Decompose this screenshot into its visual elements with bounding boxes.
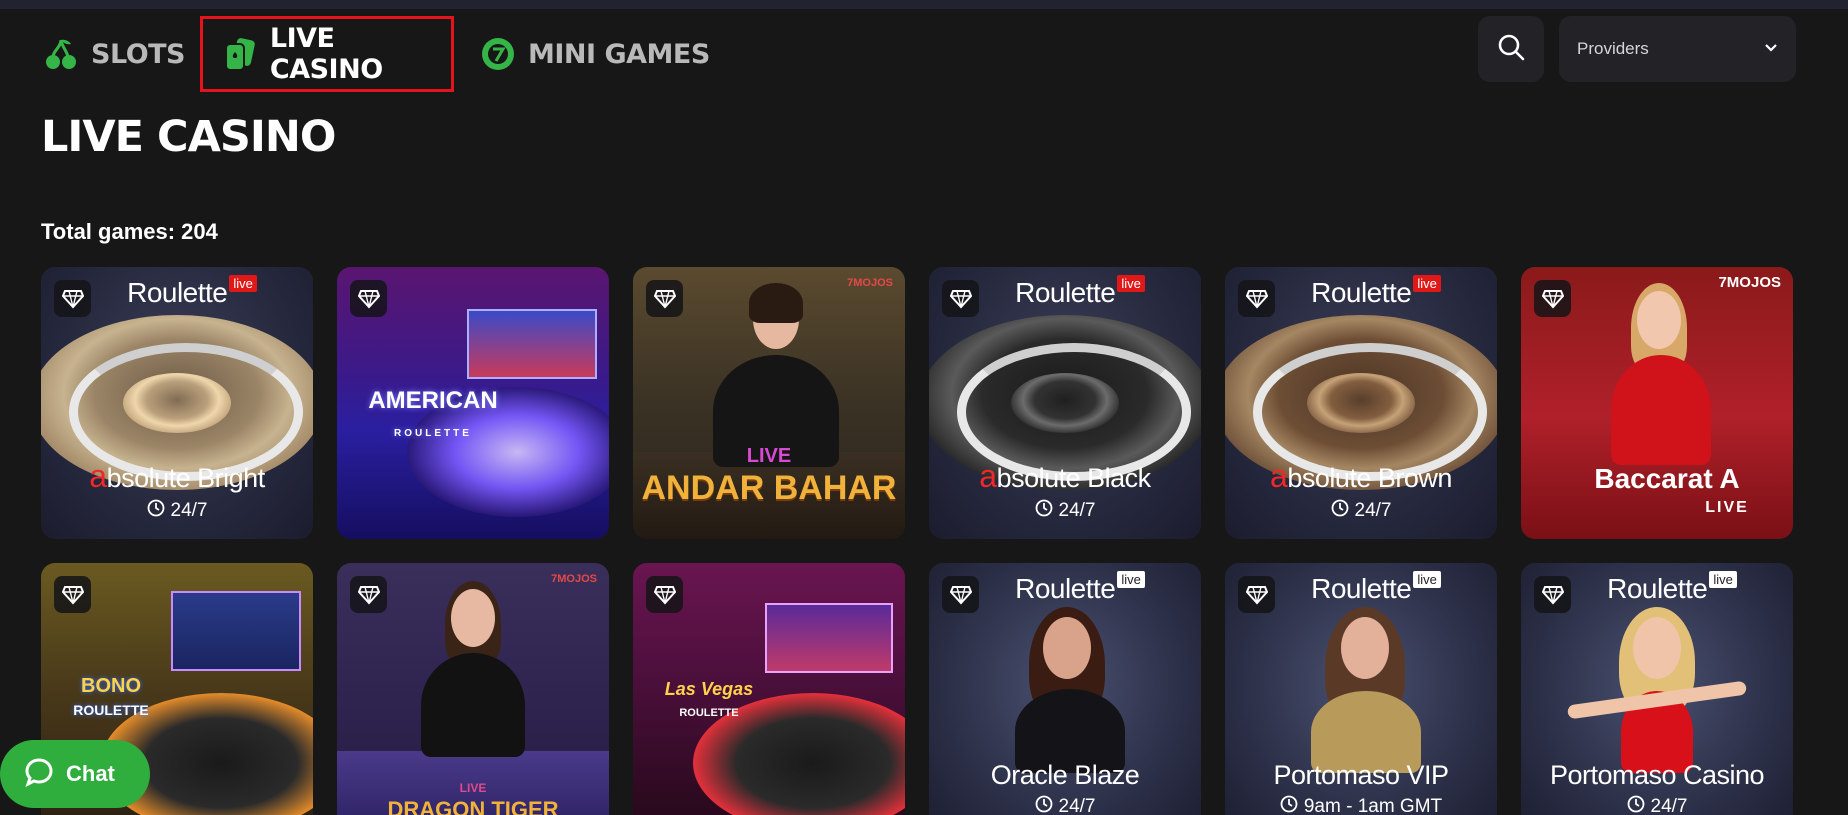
- diamond-icon: [350, 280, 387, 317]
- search-button[interactable]: [1478, 16, 1544, 82]
- diamond-icon: [54, 280, 91, 317]
- game-card[interactable]: 7MOJOS Baccarat A LIVE: [1521, 267, 1793, 539]
- game-card[interactable]: Roulette live Oracle Blaze 24/7: [929, 563, 1201, 815]
- chat-label: Chat: [66, 761, 115, 786]
- nav-slots[interactable]: SLOTS: [41, 16, 187, 92]
- nav-live-casino[interactable]: LIVE CASINO: [200, 16, 454, 92]
- game-card[interactable]: Roulette live absolute Black 24/7: [929, 267, 1201, 539]
- game-live-label: LIVE: [459, 781, 487, 795]
- game-card[interactable]: Roulette live Portomaso Casino 24/7: [1521, 563, 1793, 815]
- diamond-icon: [1534, 576, 1571, 613]
- dealer-image: [995, 603, 1145, 773]
- top-strip: [0, 0, 1848, 9]
- game-name: absolute Bright: [89, 458, 265, 494]
- clock-icon: [1035, 499, 1053, 523]
- diamond-icon: [350, 576, 387, 613]
- diamond-icon: [942, 576, 979, 613]
- dealer-image: [407, 577, 567, 757]
- clock-icon: [1331, 499, 1349, 523]
- diamond-icon: [1238, 280, 1275, 317]
- cards-icon: [221, 34, 260, 74]
- providers-dropdown[interactable]: Providers: [1559, 16, 1796, 82]
- nav-mini-games[interactable]: MINI GAMES: [478, 16, 710, 92]
- games-grid: Roulette live absolute Bright 24/7 AMERIC…: [41, 267, 1796, 815]
- game-card[interactable]: Roulette live Portomaso VIP 9am - 1am GMT: [1225, 563, 1497, 815]
- game-live-label: LIVE: [1705, 499, 1749, 516]
- diamond-icon: [942, 280, 979, 317]
- diamond-icon: [646, 576, 683, 613]
- game-hours: 24/7: [1225, 499, 1497, 523]
- game-name: Oracle Blaze: [990, 760, 1140, 790]
- game-hours: 24/7: [929, 499, 1201, 523]
- game-logo: DRAGON TIGER: [387, 797, 559, 815]
- game-logo: Las Vegas ROULETTE: [664, 679, 754, 719]
- game-logo: AMERICAN ROULETTE: [368, 387, 498, 439]
- game-live-label: LIVE: [746, 445, 792, 467]
- chat-button[interactable]: Chat: [0, 740, 150, 808]
- total-games-count: Total games: 204: [41, 219, 218, 244]
- page-title: LIVE CASINO: [41, 112, 336, 162]
- diamond-icon: [646, 280, 683, 317]
- search-icon: [1496, 32, 1526, 67]
- nav-live-casino-label: LIVE CASINO: [269, 23, 383, 85]
- seven-ball-icon: [478, 34, 518, 74]
- provider-logo: 7MOJOS: [847, 277, 893, 289]
- dealer-image: [683, 277, 863, 467]
- game-logo: BONO ROULETTE: [73, 675, 149, 718]
- game-card[interactable]: AMERICAN ROULETTE: [337, 267, 609, 539]
- game-card[interactable]: Roulette live absolute Bright 24/7: [41, 267, 313, 539]
- cherry-icon: [41, 34, 81, 74]
- clock-icon: [1280, 795, 1298, 815]
- game-hours: 9am - 1am GMT: [1225, 795, 1497, 815]
- nav-slots-label: SLOTS: [91, 38, 186, 70]
- clock-icon: [1627, 795, 1645, 815]
- diamond-icon: [1238, 576, 1275, 613]
- game-name: absolute Black: [979, 458, 1151, 494]
- clock-icon: [1035, 795, 1053, 815]
- game-hours: 24/7: [1521, 795, 1793, 815]
- nav-mini-games-label: MINI GAMES: [528, 38, 710, 70]
- provider-logo: 7MOJOS: [1718, 274, 1781, 291]
- game-hours: 24/7: [41, 499, 313, 523]
- game-card[interactable]: 7MOJOS LIVE DRAGON TIGER: [337, 563, 609, 815]
- game-card[interactable]: Las Vegas ROULETTE: [633, 563, 905, 815]
- dealer-image: [1566, 603, 1748, 773]
- provider-logo: 7MOJOS: [551, 573, 597, 585]
- category-nav: SLOTS LIVE CASINO MINI GAMES: [41, 16, 710, 92]
- clock-icon: [147, 499, 165, 523]
- diamond-icon: [54, 576, 91, 613]
- dealer-image: [1581, 277, 1741, 465]
- chevron-down-icon: [1764, 40, 1778, 58]
- game-logo: Baccarat A: [1594, 463, 1740, 494]
- game-hours: 24/7: [929, 795, 1201, 815]
- game-card[interactable]: Roulette live absolute Brown 24/7: [1225, 267, 1497, 539]
- providers-label: Providers: [1577, 39, 1649, 58]
- game-card[interactable]: 7MOJOS LIVE ANDAR BAHAR: [633, 267, 905, 539]
- game-screen-image: [467, 309, 597, 379]
- diamond-icon: [1534, 280, 1571, 317]
- game-screen-image: [171, 591, 301, 671]
- dealer-image: [1291, 603, 1441, 773]
- chat-bubble-icon: [24, 757, 54, 792]
- game-screen-image: [765, 603, 893, 673]
- game-name: Portomaso Casino: [1549, 760, 1765, 790]
- game-name: Portomaso VIP: [1273, 760, 1449, 790]
- game-name: absolute Brown: [1270, 458, 1452, 494]
- game-logo: ANDAR BAHAR: [641, 469, 897, 507]
